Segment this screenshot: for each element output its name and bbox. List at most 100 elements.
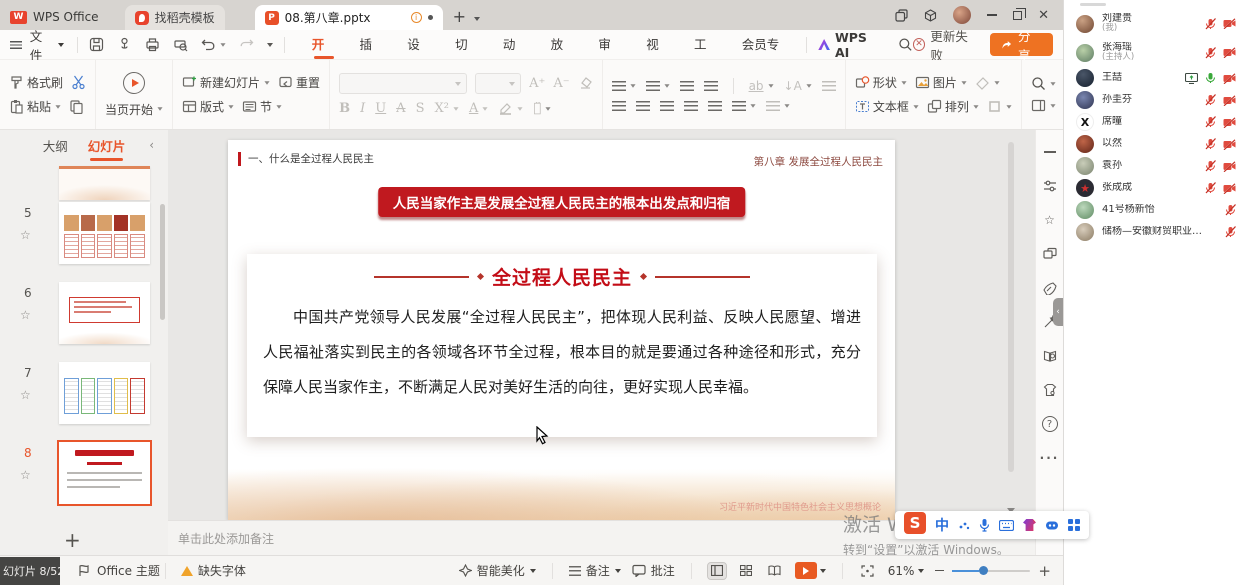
- font-color-button[interactable]: A: [469, 101, 488, 116]
- slide-library-icon[interactable]: [1042, 246, 1058, 262]
- keyboard-icon[interactable]: [999, 520, 1014, 531]
- increase-font-icon[interactable]: A⁺: [529, 76, 545, 91]
- play-from-current-icon[interactable]: [123, 72, 145, 94]
- highlight-button[interactable]: [498, 101, 523, 116]
- sogou-logo-icon[interactable]: S: [904, 512, 926, 534]
- tab-list-chevron-icon[interactable]: [474, 17, 480, 21]
- participant-row[interactable]: 41号杨新怡: [1064, 199, 1246, 221]
- participant-row[interactable]: 孙圭芬: [1064, 89, 1246, 111]
- camera-status-icon[interactable]: [1223, 18, 1236, 29]
- zoom-level-button[interactable]: 61%: [888, 564, 925, 578]
- arrange-button[interactable]: 排列: [927, 98, 979, 115]
- font-size-select[interactable]: [475, 73, 521, 94]
- clear-format-icon[interactable]: [578, 76, 593, 91]
- mic-status-icon[interactable]: [1225, 226, 1236, 238]
- pictures-button[interactable]: 图片: [915, 74, 967, 91]
- outline-button[interactable]: [987, 99, 1012, 114]
- thumbnail-star-icon[interactable]: ☆: [20, 308, 31, 322]
- undo-button[interactable]: [201, 38, 226, 51]
- thumbnail-slide-4-partial[interactable]: [59, 166, 150, 200]
- paste-button[interactable]: 粘贴: [9, 98, 61, 115]
- justify-button[interactable]: [684, 101, 698, 111]
- current-slide[interactable]: 一、什么是全过程人民民主 第八章 发展全过程人民民主 人民当家作主是发展全过程人…: [228, 140, 895, 520]
- textbox-button[interactable]: 文本框: [855, 98, 919, 115]
- tab-outline[interactable]: 大纲: [43, 136, 68, 155]
- align-center-button[interactable]: [636, 101, 650, 111]
- tab-document[interactable]: P 08.第八章.pptx i: [255, 5, 443, 30]
- bullets-button[interactable]: [612, 81, 636, 91]
- update-failed-button[interactable]: ✕ 更新失败: [913, 26, 979, 64]
- participant-row[interactable]: 以然: [1064, 133, 1246, 155]
- camera-status-icon[interactable]: [1223, 161, 1236, 172]
- assistant-robot-icon[interactable]: [1045, 519, 1059, 531]
- char-spacing-button[interactable]: ab: [749, 79, 774, 93]
- cut-icon[interactable]: [71, 75, 86, 90]
- canvas-scrollbar[interactable]: [1008, 142, 1014, 472]
- ime-mode-indicator[interactable]: 中: [935, 515, 949, 535]
- menu-tab-审阅[interactable]: 审阅: [586, 30, 634, 60]
- fit-slide-button[interactable]: [859, 563, 877, 579]
- voice-dots-icon[interactable]: [958, 519, 970, 531]
- menu-tab-会员专享[interactable]: 会员专享: [730, 30, 802, 60]
- convert-smartart-button[interactable]: [822, 81, 836, 91]
- search-icon[interactable]: [898, 37, 913, 52]
- new-tab-button[interactable]: +: [453, 7, 466, 26]
- export-icon[interactable]: [117, 37, 132, 52]
- mic-status-icon[interactable]: [1205, 72, 1216, 84]
- minimize-button[interactable]: [987, 14, 997, 16]
- add-slide-button[interactable]: +: [64, 528, 81, 552]
- mic-status-icon[interactable]: [1205, 18, 1216, 30]
- thumbnail-star-icon[interactable]: ☆: [20, 388, 31, 402]
- smart-beautify-button[interactable]: 智能美化: [459, 562, 536, 579]
- skin-shirt-icon[interactable]: [1023, 519, 1036, 531]
- mic-status-icon[interactable]: [1205, 47, 1216, 59]
- share-button[interactable]: 分享: [990, 33, 1053, 56]
- new-slide-button[interactable]: 新建幻灯片: [182, 74, 270, 91]
- camera-status-icon[interactable]: [1223, 73, 1236, 84]
- mic-status-icon[interactable]: [1205, 138, 1216, 150]
- find-button[interactable]: [1031, 76, 1056, 91]
- app-logo[interactable]: W WPS Office: [10, 10, 99, 24]
- close-button[interactable]: ✕: [1038, 8, 1049, 23]
- tab-slides[interactable]: 幻灯片: [88, 136, 126, 155]
- mic-status-icon[interactable]: [1205, 160, 1216, 172]
- mic-status-icon[interactable]: [1225, 204, 1236, 216]
- quickbar-more-chevron-icon[interactable]: [267, 43, 273, 47]
- wps-ai-button[interactable]: WPS AI: [818, 30, 884, 60]
- zoom-out-button[interactable]: [935, 570, 944, 572]
- increase-indent-button[interactable]: [704, 81, 718, 91]
- zoom-handle[interactable]: [979, 566, 988, 575]
- panel-scrollbar[interactable]: [160, 204, 165, 320]
- superscript-button[interactable]: X²: [434, 101, 458, 116]
- slideshow-button[interactable]: [795, 562, 826, 579]
- format-painter-button[interactable]: 格式刷: [9, 74, 63, 91]
- camera-status-icon[interactable]: [1223, 183, 1236, 194]
- participant-row[interactable]: X 席曈: [1064, 111, 1246, 133]
- italic-button[interactable]: I: [360, 101, 365, 116]
- zoom-in-button[interactable]: +: [1038, 566, 1051, 576]
- participant-row[interactable]: 张海瑶 (主持人): [1064, 38, 1246, 67]
- participant-row[interactable]: 王喆: [1064, 67, 1246, 89]
- notes-toggle-button[interactable]: 备注: [569, 562, 621, 579]
- mic-status-icon[interactable]: [1205, 116, 1216, 128]
- task-pane-button[interactable]: [1031, 98, 1056, 113]
- missing-font-button[interactable]: 缺失字体: [181, 562, 246, 579]
- mic-status-icon[interactable]: [1205, 94, 1216, 106]
- thumbnail-preview[interactable]: [59, 442, 150, 504]
- text-direction-button[interactable]: ↓A: [784, 79, 812, 93]
- camera-status-icon[interactable]: [1223, 117, 1236, 128]
- menu-tab-放映[interactable]: 放映: [539, 30, 587, 60]
- doc-info-icon[interactable]: i: [411, 12, 422, 23]
- panel-peek-chevron-icon[interactable]: ‹: [1053, 298, 1063, 326]
- mic-input-icon[interactable]: [979, 518, 990, 532]
- reference-search-icon[interactable]: [1042, 348, 1058, 364]
- resources-star-icon[interactable]: ☆: [1042, 212, 1058, 228]
- camera-status-icon[interactable]: [1223, 47, 1236, 58]
- shapes-button[interactable]: 形状: [855, 74, 907, 91]
- comments-button[interactable]: 批注: [632, 562, 675, 579]
- slide-banner-title[interactable]: 人民当家作主是发展全过程人民民主的根本出发点和归宿: [378, 187, 746, 217]
- copy-icon[interactable]: [69, 99, 84, 114]
- menu-tab-视图[interactable]: 视图: [634, 30, 682, 60]
- panel-drag-handle[interactable]: [1080, 3, 1106, 6]
- thumbnail-preview[interactable]: [59, 282, 150, 344]
